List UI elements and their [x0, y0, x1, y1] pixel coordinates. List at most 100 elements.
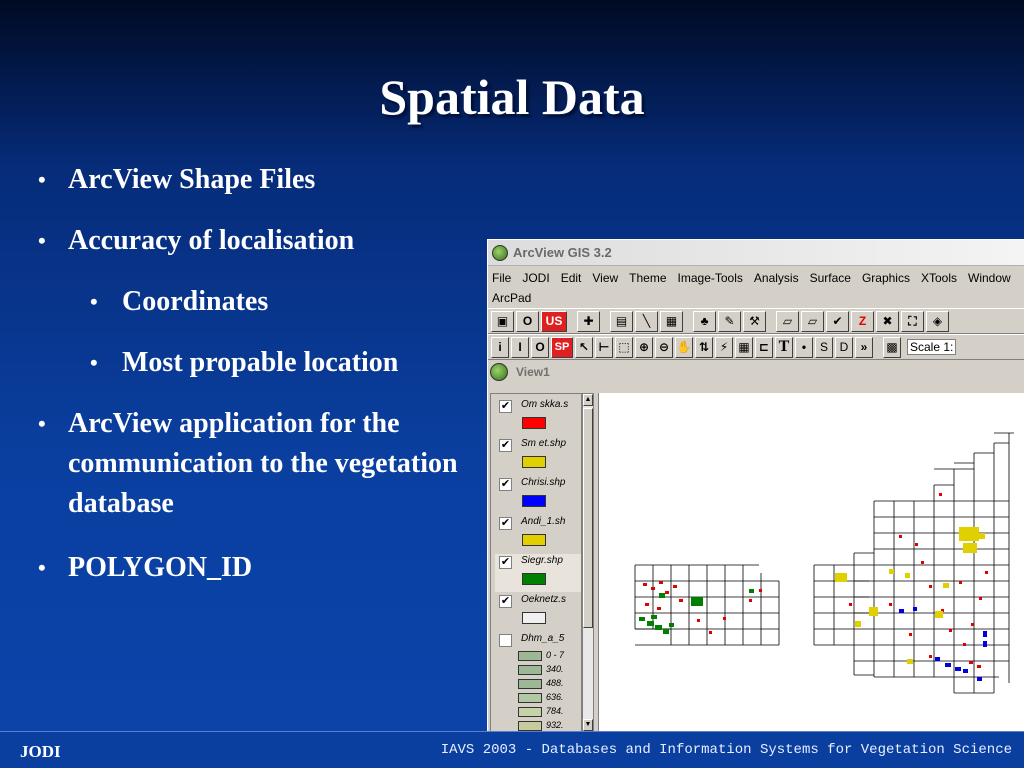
us-button[interactable]: US	[541, 310, 567, 332]
vertex-tool[interactable]: ⊢	[595, 336, 613, 358]
checkbox-unchecked[interactable]	[499, 634, 512, 647]
area-tool[interactable]: ▦	[735, 336, 753, 358]
locate-button[interactable]: ✎	[718, 310, 741, 332]
theme-name: Andi_1.sh	[521, 516, 566, 527]
open-button[interactable]: O	[516, 310, 539, 332]
map-canvas[interactable]	[598, 393, 1024, 731]
menu-file[interactable]: File	[492, 268, 511, 288]
pointer-tool[interactable]: ↖	[575, 336, 593, 358]
check-icon[interactable]: ✔	[499, 478, 512, 491]
identify-tool[interactable]: i	[491, 336, 509, 358]
legend-swatch	[522, 612, 546, 624]
zoom-out-tool[interactable]: ⊖	[655, 336, 673, 358]
zoom-in-tool[interactable]: ⊕	[635, 336, 653, 358]
legend-swatch	[518, 664, 542, 675]
more-tools-button[interactable]: »	[855, 336, 873, 358]
theme-entry[interactable]: ✔ Chrisi.shp	[495, 476, 581, 514]
view-titlebar[interactable]: View1	[488, 360, 1024, 384]
zoom-out-button[interactable]: ⛶	[901, 310, 924, 332]
zoom-active-button[interactable]: ▱	[801, 310, 824, 332]
theme-properties-button[interactable]: ▤	[610, 310, 633, 332]
slide-footer: JODI IAVS 2003 - Databases and Informati…	[0, 731, 1024, 768]
o-tool[interactable]: O	[531, 336, 549, 358]
theme-entry[interactable]: ✔ Sm et.shp	[495, 437, 581, 475]
legend-swatch	[518, 678, 542, 689]
menu-bar: File JODI Edit View Theme Image-Tools An…	[488, 266, 1024, 308]
check-icon[interactable]: ✔	[499, 400, 512, 413]
query-builder-button[interactable]: ⚒	[743, 310, 766, 332]
select-feature-tool[interactable]: ⬚	[615, 336, 633, 358]
legend-class: 488.	[518, 678, 564, 689]
check-icon[interactable]: ✔	[499, 517, 512, 530]
zoom-extent-button[interactable]: ▱	[776, 310, 799, 332]
points-green	[639, 589, 754, 634]
legend-swatch	[522, 534, 546, 546]
menu-jodi[interactable]: JODI	[522, 268, 549, 288]
z-button[interactable]: Z	[851, 310, 874, 332]
legend-swatch	[522, 495, 546, 507]
scrollbar-thumb[interactable]	[583, 408, 593, 628]
menu-graphics[interactable]: Graphics	[862, 268, 910, 288]
menu-image-tools[interactable]: Image-Tools	[678, 268, 743, 288]
globe-icon	[490, 363, 508, 381]
legend-swatch	[522, 417, 546, 429]
theme-entry[interactable]: Dhm_a_5	[495, 632, 581, 652]
theme-entry[interactable]: ✔ Oeknetz.s	[495, 593, 581, 631]
sub-bullet-item: • Most propable location	[34, 343, 398, 383]
sub-bullet-item: • Coordinates	[34, 282, 268, 322]
footer-right-text: IAVS 2003 - Databases and Information Sy…	[440, 742, 1012, 758]
check-icon[interactable]: ✔	[499, 439, 512, 452]
menu-edit[interactable]: Edit	[561, 268, 582, 288]
menu-surface[interactable]: Surface	[810, 268, 851, 288]
theme-entry[interactable]: ✔ Om skka.s	[495, 398, 581, 436]
snap-tool[interactable]: ▩	[883, 336, 901, 358]
hotlink-tool[interactable]: ⚡	[715, 336, 733, 358]
scroll-up-arrow-icon[interactable]: ▲	[583, 394, 593, 406]
theme-entry-active[interactable]: ✔ Siegr.shp	[495, 554, 581, 592]
legend-swatch	[518, 692, 542, 703]
theme-name: Om skka.s	[521, 399, 569, 410]
legend-class: 0 - 7	[518, 650, 564, 661]
d-tool[interactable]: D	[835, 336, 853, 358]
theme-entry[interactable]: ✔ Andi_1.sh	[495, 515, 581, 553]
open-table-button[interactable]: ▦	[660, 310, 683, 332]
scale-field[interactable]: Scale 1:	[907, 339, 957, 355]
menu-analysis[interactable]: Analysis	[754, 268, 799, 288]
grid-east	[813, 432, 1014, 694]
zoom-previous-button[interactable]: ◈	[926, 310, 949, 332]
menu-view[interactable]: View	[592, 268, 618, 288]
bullet-text: ArcView application for the communicatio…	[68, 408, 458, 519]
save-project-button[interactable]: ▣	[491, 310, 514, 332]
menu-window[interactable]: Window	[968, 268, 1011, 288]
s-tool[interactable]: S	[815, 336, 833, 358]
check-icon[interactable]: ✔	[499, 556, 512, 569]
menu-arcpad[interactable]: ArcPad	[492, 288, 531, 308]
bullet-text: Accuracy of localisation	[68, 225, 355, 256]
text-tool[interactable]: T	[775, 336, 793, 358]
find-button[interactable]: ♣	[693, 310, 716, 332]
sp-tool[interactable]: SP	[551, 336, 573, 358]
bullet-item: • POLYGON_ID	[34, 548, 252, 588]
legend-swatch	[518, 706, 542, 717]
grid-west	[634, 564, 780, 646]
pan-tool[interactable]: ✋	[675, 336, 693, 358]
label-tool[interactable]: ⊏	[755, 336, 773, 358]
zoom-selected-button[interactable]: ✔	[826, 310, 849, 332]
zoom-in-button[interactable]: ✖	[876, 310, 899, 332]
edit-legend-button[interactable]: ╲	[635, 310, 658, 332]
bullet-dot: •	[90, 289, 98, 314]
bullet-item: • ArcView application for the communicati…	[34, 404, 474, 524]
add-theme-button[interactable]: ✚	[577, 310, 600, 332]
point-tool[interactable]: •	[795, 336, 813, 358]
window-titlebar[interactable]: ArcView GIS 3.2	[488, 240, 1024, 266]
scroll-down-arrow-icon[interactable]: ▼	[583, 719, 593, 731]
check-icon[interactable]: ✔	[499, 595, 512, 608]
menu-xtools[interactable]: XTools	[921, 268, 957, 288]
measure-tool[interactable]: ⇅	[695, 336, 713, 358]
theme-name: Oeknetz.s	[521, 594, 567, 605]
toc-scrollbar[interactable]: ▲ ▼	[582, 393, 594, 731]
theme-name: Siegr.shp	[521, 555, 563, 566]
menu-theme[interactable]: Theme	[629, 268, 666, 288]
i-tool[interactable]: I	[511, 336, 529, 358]
bullet-item: • Accuracy of localisation	[34, 221, 354, 261]
